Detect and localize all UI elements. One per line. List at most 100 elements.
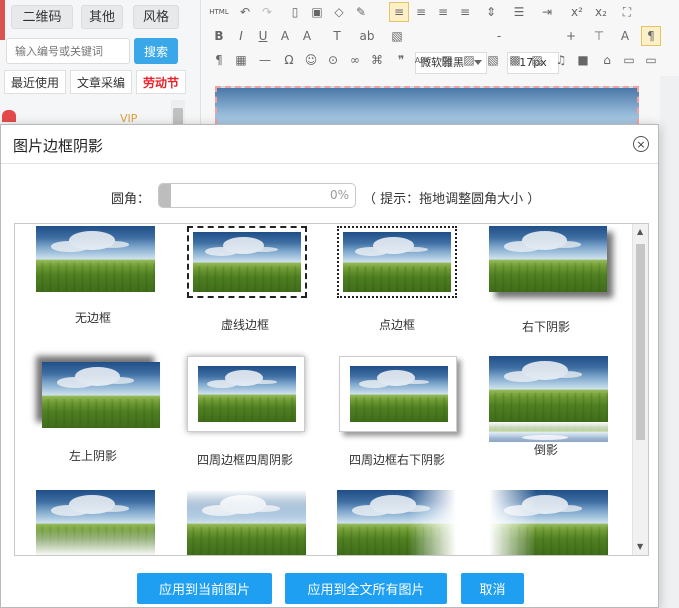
tab-qrcode[interactable]: 二维码 [11, 5, 73, 29]
tab-article-collect[interactable]: 文章采编 [70, 70, 132, 94]
paragraph-spacing-icon[interactable]: ☰ [509, 2, 529, 22]
more-icon[interactable]: ▭ [641, 50, 661, 70]
preview-image [42, 362, 160, 428]
editor-scrollbar[interactable] [660, 76, 679, 608]
link-icon[interactable]: ∞ [345, 50, 365, 70]
align-right-icon[interactable]: ≡ [433, 2, 453, 22]
preview-image [350, 366, 448, 422]
font-color-icon[interactable]: A [297, 26, 317, 46]
preview-image [489, 356, 608, 422]
unlink-icon[interactable]: ⌘ [367, 50, 387, 70]
preview-image [198, 366, 296, 422]
option-label: 四周边框四周阴影 [196, 453, 293, 467]
strikethrough-icon[interactable]: ABC [413, 50, 433, 70]
dotted-frame [337, 226, 457, 298]
horizontal-rule-icon[interactable]: — [255, 50, 275, 70]
tab-other[interactable]: 其他 [81, 5, 123, 29]
background-color-icon[interactable]: ab [357, 26, 377, 46]
table-icon[interactable]: ▦ [231, 50, 251, 70]
dialog-title: 图片边框阴影 [13, 137, 104, 155]
option-no-border[interactable]: 无边框 [15, 224, 165, 344]
option-top-left-shadow[interactable]: 左上阴影 [15, 354, 165, 474]
apply-current-image-button[interactable]: 应用到当前图片 [137, 573, 272, 604]
options-scrollbar-thumb[interactable] [636, 244, 645, 440]
text-style-icon[interactable]: T [327, 26, 347, 46]
align-justify-icon[interactable]: ≡ [455, 2, 475, 22]
option-label: 右下阴影 [521, 320, 570, 334]
font-border-icon[interactable]: A [275, 26, 295, 46]
reflection-image [489, 422, 608, 442]
tab-recent[interactable]: 最近使用 [4, 70, 66, 94]
fullscreen-icon[interactable]: ⛶ [617, 2, 637, 22]
paragraph-direction-icon[interactable]: ¶ [641, 26, 661, 46]
option-dashed-border[interactable]: 虚线边框 [167, 224, 317, 344]
superscript-icon[interactable]: x² [567, 2, 587, 22]
rtl-icon[interactable]: ¶ [209, 50, 229, 70]
photo-icon[interactable]: ▨ [527, 50, 547, 70]
insert-image-icon[interactable]: ▨ [459, 50, 479, 70]
option-fade-left[interactable] [471, 486, 621, 555]
options-scrollbar[interactable]: ▲ ▼ [632, 224, 648, 555]
bold-icon[interactable]: B [209, 26, 229, 46]
align-center-icon[interactable]: ≡ [411, 2, 431, 22]
preview-image [489, 226, 607, 292]
toolbar-row-3: ¶ ▦ — Ω ☺ ⊙ ∞ ⌘ ❞ ABC ▤ ▨ ▧ ▩ ▨ ♫ ■ ⌂ ▭ … [205, 50, 675, 72]
toolbar-row-1: HTML ↶ ↷ ▯ ▣ ◇ ✎ ≡ ≡ ≡ ≡ ⇕ ☰ ⇥ x² x₂ ⛶ [205, 2, 675, 24]
line-height-icon[interactable]: ⇕ [481, 2, 501, 22]
italic-icon[interactable]: I [231, 26, 251, 46]
scroll-down-icon[interactable]: ▼ [637, 542, 643, 551]
option-border-bottom-right-shadow[interactable]: 四周边框右下阴影 [319, 354, 469, 474]
paste-plain-icon[interactable]: ▤ [437, 50, 457, 70]
option-fade-bottom[interactable] [15, 486, 165, 555]
radius-slider[interactable]: 0% [158, 183, 356, 208]
quote-icon[interactable]: ❞ [391, 50, 411, 70]
map-icon[interactable]: ⌂ [597, 50, 617, 70]
radius-label: 圆角： [111, 192, 151, 207]
option-dotted-border[interactable]: 点边框 [319, 224, 469, 344]
search-button[interactable]: 搜索 [134, 38, 178, 64]
font-size-decrease-button[interactable]: - [489, 26, 509, 46]
option-label: 左上阴影 [68, 449, 117, 463]
image-border-shadow-dialog: 图片边框阴影 × 圆角： 0% （ 提示：拖地调整圆角大小 ） 无边框 虚线边框… [0, 124, 659, 608]
special-char-icon[interactable]: Ω [279, 50, 299, 70]
underline-icon[interactable]: U [253, 26, 273, 46]
anchor-icon[interactable]: ⊙ [323, 50, 343, 70]
html-source-button[interactable]: HTML [207, 2, 231, 22]
align-left-icon[interactable]: ≡ [389, 2, 409, 22]
attachment-icon[interactable]: ▭ [619, 50, 639, 70]
image-library-icon[interactable]: ▩ [505, 50, 525, 70]
close-icon[interactable]: × [633, 136, 649, 152]
preview-image [193, 232, 301, 292]
material-search-input[interactable] [6, 38, 130, 64]
emoji-icon[interactable]: ☺ [301, 50, 321, 70]
image-icon[interactable]: ▧ [387, 26, 407, 46]
cancel-button[interactable]: 取消 [461, 573, 524, 604]
video-icon[interactable]: ■ [573, 50, 593, 70]
option-bottom-right-shadow[interactable]: 右下阴影 [471, 224, 621, 344]
option-reflection[interactable]: 倒影 [471, 354, 621, 474]
apply-all-images-button[interactable]: 应用到全文所有图片 [285, 573, 447, 604]
multi-image-icon[interactable]: ▧ [483, 50, 503, 70]
select-all-icon[interactable]: ▣ [307, 2, 327, 22]
format-brush-icon[interactable]: ✎ [351, 2, 371, 22]
tab-style[interactable]: 风格 [133, 5, 179, 29]
option-border-all-shadow[interactable]: 四周边框四周阴影 [167, 354, 317, 474]
text-direction-icon[interactable]: A [615, 26, 635, 46]
redo-icon[interactable]: ↷ [257, 2, 277, 22]
indent-icon[interactable]: ⇥ [537, 2, 557, 22]
text-align-menu-icon[interactable]: ⊤ [589, 26, 609, 46]
option-fade-top[interactable] [167, 486, 317, 555]
new-document-icon[interactable]: ▯ [285, 2, 305, 22]
subscript-icon[interactable]: x₂ [591, 2, 611, 22]
font-size-increase-button[interactable]: + [561, 26, 581, 46]
music-icon[interactable]: ♫ [551, 50, 571, 70]
tab-labor-day[interactable]: 劳动节 [136, 70, 186, 94]
eraser-icon[interactable]: ◇ [329, 2, 349, 22]
undo-icon[interactable]: ↶ [235, 2, 255, 22]
option-label: 虚线边框 [220, 318, 269, 332]
scroll-up-icon[interactable]: ▲ [637, 227, 643, 236]
toolbar-row-2: B I U A A T ab ▧ 微软雅黑 - 17px + ⊤ A ¶ [205, 26, 675, 74]
option-fade-right[interactable] [319, 486, 469, 555]
preview-image [337, 490, 456, 555]
radius-slider-handle[interactable] [159, 184, 171, 207]
